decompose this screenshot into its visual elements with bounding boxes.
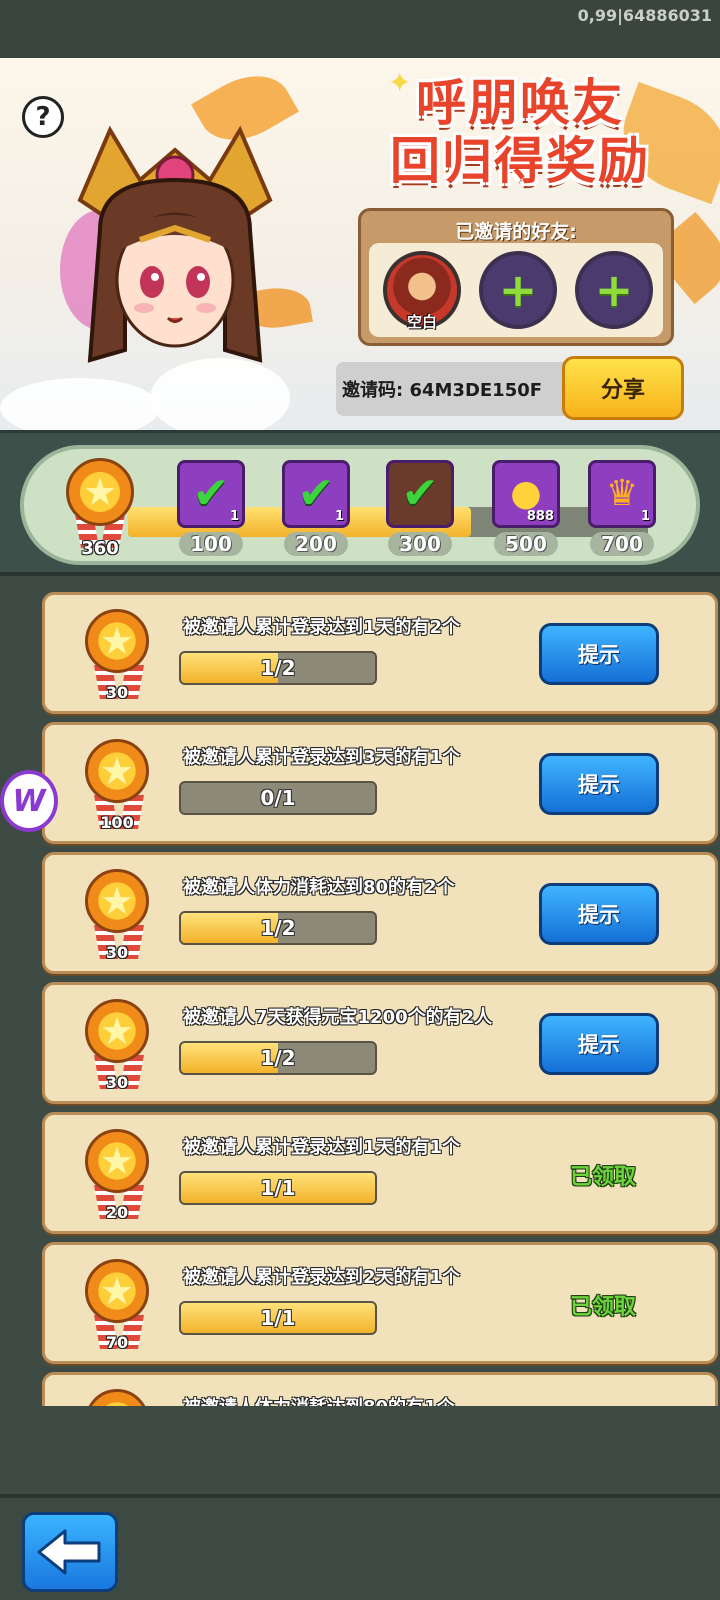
plus-icon: + [594, 263, 634, 317]
task-progress-bar: 0/1 [179, 781, 377, 815]
star-icon: ★ [85, 1259, 149, 1323]
hint-button[interactable]: 提示 [539, 883, 659, 945]
task-description: 被邀请人累计登录达到3天的有1个 [183, 747, 461, 768]
plus-icon: + [498, 263, 538, 317]
task-progress-text: 1/2 [260, 656, 296, 680]
star-icon: ★ [85, 1389, 149, 1406]
crown-emblem-icon: ♛ [605, 473, 639, 514]
task-card: ★ 100 被邀请人累计登录达到3天的有1个 0/1 提示 [42, 722, 718, 844]
reward-value: 30 [105, 683, 129, 702]
reward-value: 70 [105, 1333, 129, 1352]
reward-count: 1 [334, 509, 344, 524]
invite-code-field: 邀请码: 64M3DE150F [336, 362, 586, 416]
points-value: 360 [81, 538, 119, 559]
event-title-line-1: 呼朋唤友 [416, 74, 624, 132]
reward-value: 20 [105, 1203, 129, 1222]
task-card: ★ 30 被邀请人体力消耗达到80的有2个 1/2 提示 [42, 852, 718, 974]
milestone-label: 200 [284, 532, 348, 556]
task-progress-text: 1/1 [260, 1176, 296, 1200]
event-title-line-2: 回归得奖励 [390, 132, 650, 190]
task-description: 被邀请人累计登录达到1天的有2个 [183, 617, 461, 638]
hint-button[interactable]: 提示 [539, 753, 659, 815]
task-list[interactable]: ★ 30 被邀请人累计登录达到1天的有2个 1/2 提示 ★ 100 被邀请人累计登录达到3天… [0, 580, 720, 1406]
version-text: 0,99|64886031 [577, 6, 712, 25]
check-icon: ✔ [192, 468, 230, 519]
milestone-reward-100[interactable]: ✔ 1 [177, 460, 245, 528]
star-icon: ★ [85, 999, 149, 1063]
task-progress-bar: 1/2 [179, 651, 377, 685]
task-card: ★ 20 被邀请人累计登录达到1天的有1个 1/1 已领取 [42, 1112, 718, 1234]
share-button[interactable]: 分享 [562, 356, 684, 420]
reward-value: 100 [100, 813, 134, 832]
hero-character-portrait [60, 125, 273, 363]
invited-friends-label: 已邀请的好友: [455, 221, 577, 243]
star-icon: ★ [85, 869, 149, 933]
hint-button-label: 提示 [578, 1033, 620, 1057]
task-progress-bar: 1/2 [179, 1041, 377, 1075]
milestone-reward-300[interactable]: ✔ [386, 460, 454, 528]
reward-count: 1 [640, 509, 650, 524]
task-card: ★ 被邀请人体力消耗达到80的有1个 [42, 1372, 718, 1406]
claimed-status: 已领取 [569, 1295, 636, 1320]
hint-button[interactable]: 提示 [539, 623, 659, 685]
back-button[interactable] [22, 1512, 118, 1592]
task-description: 被邀请人累计登录达到1天的有1个 [183, 1137, 461, 1158]
milestone-label: 700 [590, 532, 654, 556]
reward-value: 30 [105, 1073, 129, 1092]
invite-code-text: 邀请码: 64M3DE150F [342, 380, 543, 401]
task-card: ★ 70 被邀请人累计登录达到2天的有1个 1/1 已领取 [42, 1242, 718, 1364]
star-icon: ★ [66, 458, 134, 526]
task-progress-bar: 1/1 [179, 1301, 377, 1335]
claimed-status: 已领取 [569, 1165, 636, 1190]
hint-button[interactable]: 提示 [539, 1013, 659, 1075]
star-icon: ★ [85, 739, 149, 803]
task-progress-bar: 1/1 [179, 1171, 377, 1205]
invited-friends-slots: 空白 + + [369, 243, 663, 337]
milestone-reward-500[interactable]: ● 888 [492, 460, 560, 528]
task-description: 被邀请人累计登录达到2天的有1个 [183, 1267, 461, 1288]
add-friend-slot[interactable]: + [479, 251, 557, 329]
task-description: 被邀请人体力消耗达到80的有2个 [183, 877, 455, 898]
milestone-label: 500 [494, 532, 558, 556]
reward-value: 30 [105, 943, 129, 962]
task-progress-text: 1/2 [260, 1046, 296, 1070]
task-progress-text: 1/1 [260, 1306, 296, 1330]
invited-friends-panel: 已邀请的好友: 空白 + + [358, 208, 674, 346]
milestone-label: 300 [388, 532, 452, 556]
back-arrow-icon [37, 1529, 101, 1575]
hint-button-label: 提示 [578, 903, 620, 927]
check-icon: ✔ [297, 468, 335, 519]
status-bar: 0,99|64886031 [0, 0, 720, 58]
milestone-reward-200[interactable]: ✔ 1 [282, 460, 350, 528]
task-progress-bar: 1/2 [179, 911, 377, 945]
task-progress-text: 0/1 [260, 786, 296, 810]
task-progress-text: 1/2 [260, 916, 296, 940]
task-description: 被邀请人7天获得元宝1200个的有2人 [183, 1007, 493, 1028]
gold-ingot-icon: ● [510, 473, 542, 514]
bottom-bar [0, 1494, 720, 1600]
task-card: ★ 30 被邀请人7天获得元宝1200个的有2人 1/2 提示 [42, 982, 718, 1104]
milestone-reward-700[interactable]: ♛ 1 [588, 460, 656, 528]
reward-count: 1 [229, 509, 239, 524]
share-button-label: 分享 [600, 378, 645, 403]
star-icon: ★ [85, 609, 149, 673]
friend-name: 空白 [406, 313, 437, 331]
task-description: 被邀请人体力消耗达到80的有1个 [183, 1393, 455, 1406]
hint-button-label: 提示 [578, 773, 620, 797]
floating-assistant-icon[interactable]: W [0, 770, 58, 832]
task-card: ★ 30 被邀请人累计登录达到1天的有2个 1/2 提示 [42, 592, 718, 714]
hint-button-label: 提示 [578, 643, 620, 667]
milestone-label: 100 [179, 532, 243, 556]
reward-count: 888 [526, 509, 554, 524]
event-title: 呼朋唤友 回归得奖励 [370, 74, 670, 190]
check-icon: ✔ [401, 468, 439, 519]
star-icon: ★ [85, 1129, 149, 1193]
add-friend-slot[interactable]: + [575, 251, 653, 329]
